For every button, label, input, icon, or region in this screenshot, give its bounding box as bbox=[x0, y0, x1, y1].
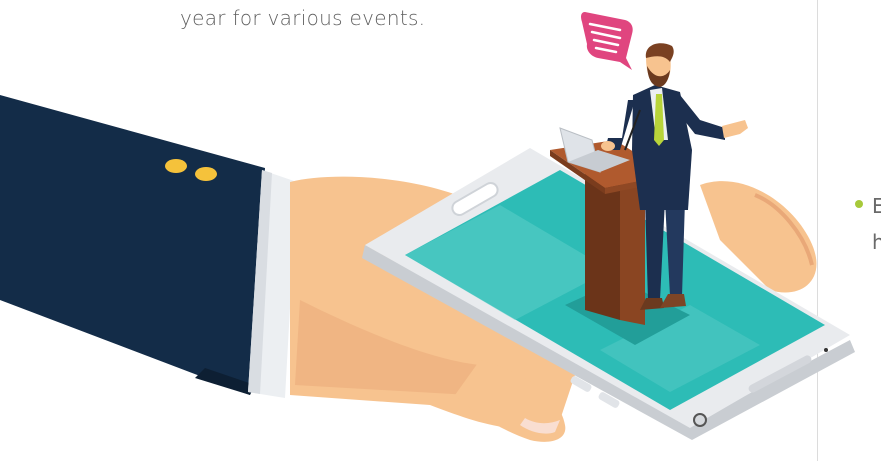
phone-camera-dot bbox=[824, 348, 828, 352]
sleeve bbox=[0, 95, 265, 395]
sleeve-button-icon bbox=[195, 167, 217, 181]
sleeve-button-icon bbox=[165, 159, 187, 173]
phone-sensor-dot bbox=[693, 413, 707, 427]
speaker-on-smartphone-illustration bbox=[0, 12, 855, 442]
speech-bubble-icon bbox=[581, 12, 633, 70]
page: year for various events. E h bbox=[0, 0, 881, 461]
